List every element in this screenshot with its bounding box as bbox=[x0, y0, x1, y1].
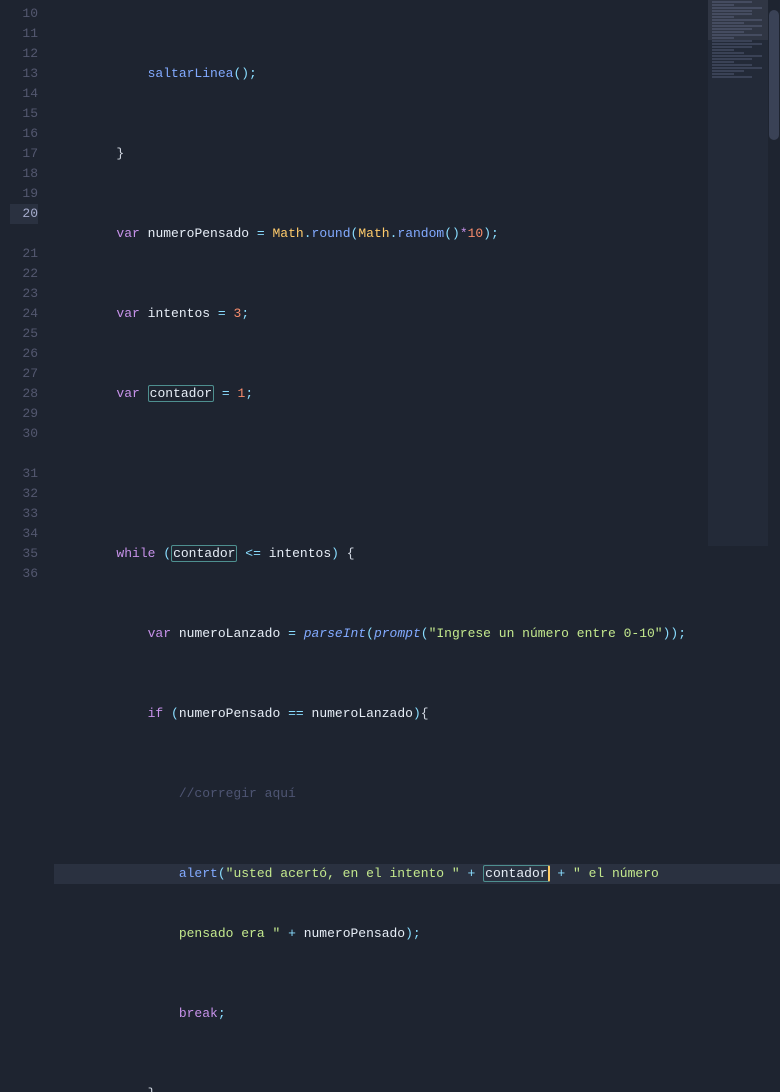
line-number: 25 bbox=[10, 324, 38, 344]
line-number: 23 bbox=[10, 284, 38, 304]
line-number: 14 bbox=[10, 84, 38, 104]
line-number: 15 bbox=[10, 104, 38, 124]
var-highlight: contador bbox=[171, 545, 237, 562]
line-number: 12 bbox=[10, 44, 38, 64]
var-highlight: contador bbox=[148, 385, 214, 402]
line-number: 11 bbox=[10, 24, 38, 44]
scrollbar-thumb[interactable] bbox=[769, 10, 779, 140]
line-number: 31 bbox=[10, 464, 38, 484]
code-line[interactable]: //corregir aquí bbox=[54, 784, 780, 804]
line-number: 30 bbox=[10, 424, 38, 444]
code-line[interactable]: var numeroLanzado = parseInt(prompt("Ing… bbox=[54, 624, 780, 644]
line-number: 32 bbox=[10, 484, 38, 504]
line-number: 21 bbox=[10, 244, 38, 264]
line-number: 20 bbox=[10, 204, 38, 224]
cursor-position: contador bbox=[483, 865, 549, 882]
line-number: 26 bbox=[10, 344, 38, 364]
line-number: 36 bbox=[10, 564, 38, 584]
code-line[interactable]: saltarLinea(); bbox=[54, 64, 780, 84]
line-number: 17 bbox=[10, 144, 38, 164]
code-line[interactable]: while (contador <= intentos) { bbox=[54, 544, 780, 564]
code-line[interactable]: } bbox=[54, 1084, 780, 1092]
code-line-active[interactable]: alert("usted acertó, en el intento " + c… bbox=[54, 864, 780, 884]
code-line[interactable]: break; bbox=[54, 1004, 780, 1024]
line-number: 28 bbox=[10, 384, 38, 404]
code-line[interactable] bbox=[54, 464, 780, 484]
code-line-wrap[interactable]: pensado era " + numeroPensado); bbox=[54, 924, 780, 944]
code-line[interactable]: var numeroPensado = Math.round(Math.rand… bbox=[54, 224, 780, 244]
line-number bbox=[10, 444, 38, 464]
line-number: 16 bbox=[10, 124, 38, 144]
line-number: 18 bbox=[10, 164, 38, 184]
code-line[interactable]: var contador = 1; bbox=[54, 384, 780, 404]
line-number: 35 bbox=[10, 544, 38, 564]
gutter: 1011121314151617181920 212223242526272829… bbox=[0, 0, 48, 546]
line-number: 34 bbox=[10, 524, 38, 544]
code-area[interactable]: saltarLinea(); } var numeroPensado = Mat… bbox=[48, 0, 780, 546]
line-number: 27 bbox=[10, 364, 38, 384]
line-number: 24 bbox=[10, 304, 38, 324]
code-editor: 1011121314151617181920 212223242526272829… bbox=[0, 0, 780, 546]
line-number: 13 bbox=[10, 64, 38, 84]
code-line[interactable]: if (numeroPensado == numeroLanzado){ bbox=[54, 704, 780, 724]
line-number: 10 bbox=[10, 4, 38, 24]
line-number: 19 bbox=[10, 184, 38, 204]
code-line[interactable]: var intentos = 3; bbox=[54, 304, 780, 324]
line-number bbox=[10, 224, 38, 244]
vertical-scrollbar[interactable] bbox=[768, 0, 780, 546]
line-number: 33 bbox=[10, 504, 38, 524]
code-line[interactable]: } bbox=[54, 144, 780, 164]
line-number: 29 bbox=[10, 404, 38, 424]
line-number: 22 bbox=[10, 264, 38, 284]
